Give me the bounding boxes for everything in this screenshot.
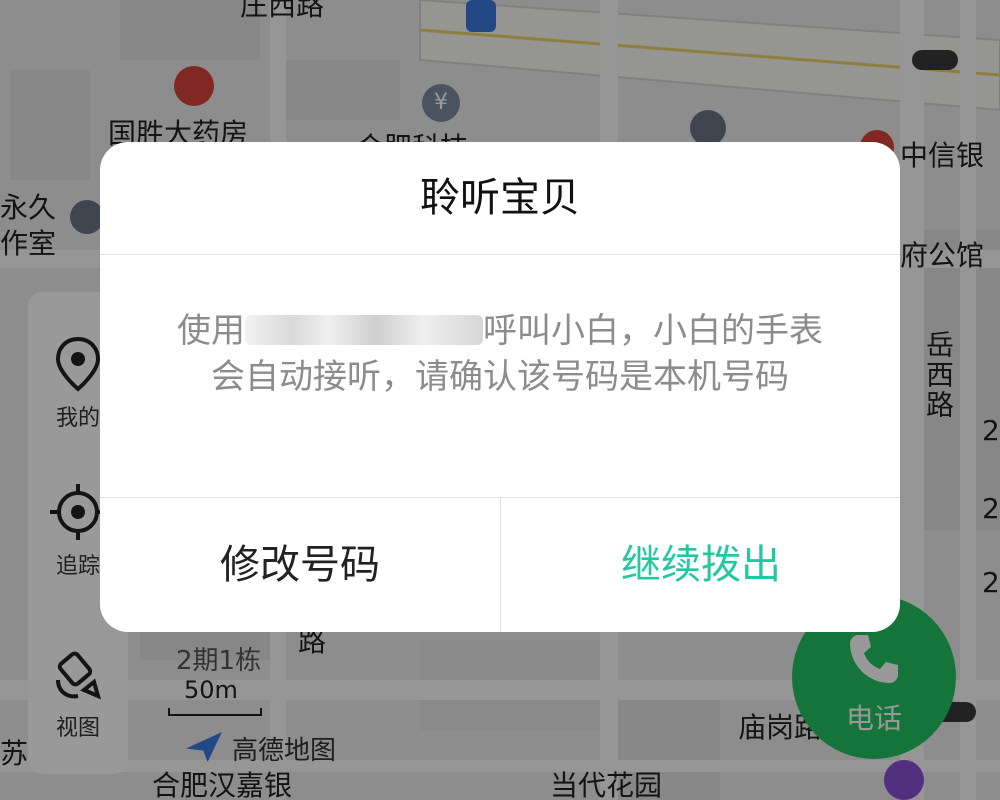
continue-call-button[interactable]: 继续拨出: [501, 498, 900, 632]
dialog-message-prefix: 使用: [177, 311, 245, 351]
modify-number-button[interactable]: 修改号码: [100, 498, 500, 632]
dialog-divider: [100, 254, 900, 255]
dialog-message: 使用 呼叫小白，小白的手表会自动接听，请确认该号码是本机号码: [162, 308, 838, 400]
confirm-call-dialog: 聆听宝贝 使用 呼叫小白，小白的手表会自动接听，请确认该号码是本机号码 修改号码 …: [100, 142, 900, 632]
dialog-title: 聆听宝贝: [420, 175, 580, 221]
masked-phone-number: [245, 315, 483, 345]
